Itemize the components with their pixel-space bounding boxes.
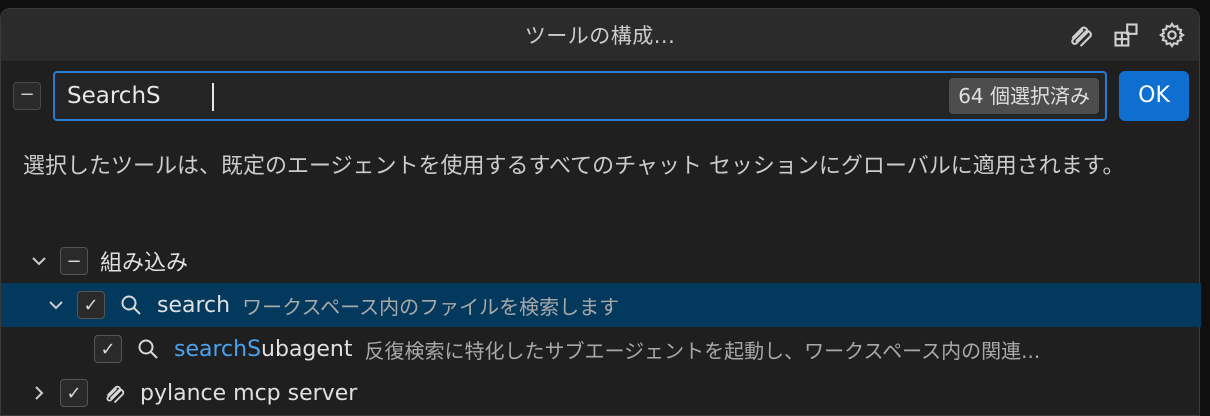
search-input[interactable] <box>67 81 927 111</box>
label-rest: ubagent <box>261 336 353 362</box>
search-row: − 64 個選択済み OK <box>13 71 1189 121</box>
dialog-title: ツールの構成... <box>524 24 676 48</box>
search-label: search <box>157 292 231 318</box>
builtin-checkbox[interactable]: − <box>60 247 88 275</box>
selected-count-badge: 64 個選択済み <box>949 78 1099 114</box>
paperclip-icon[interactable] <box>1063 18 1097 52</box>
collapse-all-button[interactable]: − <box>13 82 41 110</box>
ok-button[interactable]: OK <box>1119 71 1189 121</box>
text-caret <box>212 83 214 111</box>
builtin-label: 組み込み <box>100 251 189 276</box>
search-checkbox[interactable]: ✓ <box>77 291 105 319</box>
chevron-right-icon[interactable] <box>26 380 52 406</box>
tree-item-builtin[interactable]: − 組み込み <box>1 239 1201 283</box>
description-text: 選択したツールは、既定のエージェントを使用するすべてのチャット セッションにグロ… <box>23 154 1125 179</box>
searchsubagent-description: 反復検索に特化したサブエージェントを起動し、ワークスペース内の関連... <box>364 338 1041 363</box>
title-actions <box>1063 18 1189 52</box>
configure-tools-dialog: ツールの構成... − SearchS 64 個選択済み OK 選択したツールは… <box>0 8 1201 416</box>
pylance-checkbox[interactable]: ✓ <box>60 379 88 407</box>
search-box[interactable]: 64 個選択済み <box>53 71 1107 121</box>
search-description: ワークスペース内のファイルを検索します <box>242 294 620 319</box>
tree-item-pylance[interactable]: ✓ pylance mcp server <box>1 371 1201 415</box>
search-icon <box>117 291 145 319</box>
pylance-label: pylance mcp server <box>140 380 358 406</box>
paperclip-icon <box>100 379 128 407</box>
extensions-icon[interactable] <box>1109 18 1143 52</box>
gear-icon[interactable] <box>1155 18 1189 52</box>
chevron-down-icon[interactable] <box>26 248 52 274</box>
search-match-highlight: searchS <box>174 336 262 362</box>
tree-item-searchsubagent[interactable]: ✓ searchSubagent 反復検索に特化したサブエージェントを起動し、ワ… <box>1 327 1201 371</box>
searchsubagent-checkbox[interactable]: ✓ <box>94 335 122 363</box>
searchsubagent-label: searchSubagent <box>174 337 353 362</box>
tree-item-search[interactable]: ✓ search ワークスペース内のファイルを検索します <box>1 283 1201 327</box>
tool-tree: − 組み込み ✓ search ワークスペース内のファイルを検索します ✓ se… <box>1 239 1201 415</box>
search-icon <box>134 335 162 363</box>
title-bar: ツールの構成... <box>1 9 1199 61</box>
chevron-down-icon[interactable] <box>43 292 69 318</box>
